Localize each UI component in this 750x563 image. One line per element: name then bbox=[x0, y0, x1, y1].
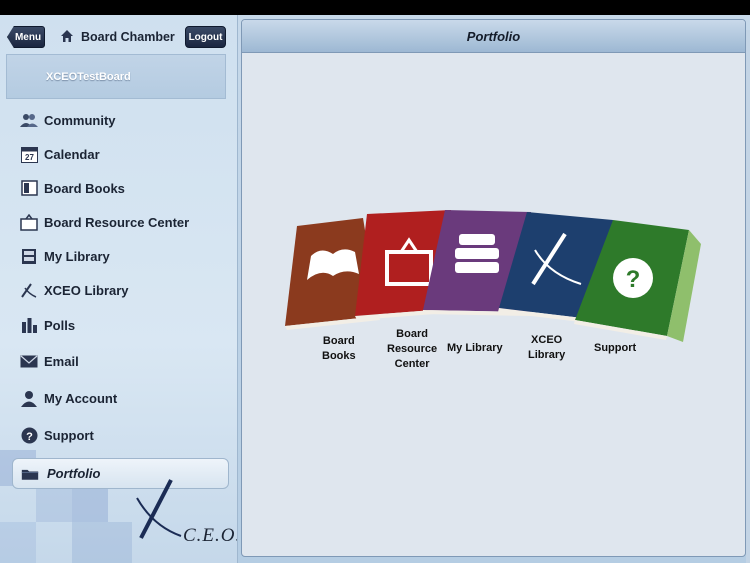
menu-button[interactable]: Menu bbox=[7, 26, 45, 48]
sidebar-item-label: Community bbox=[44, 112, 116, 128]
sidebar-item-label: Email bbox=[44, 353, 79, 369]
page-title: Board Chamber bbox=[81, 30, 175, 44]
sidebar-item-label: Calendar bbox=[44, 146, 100, 162]
book-icon bbox=[20, 179, 38, 197]
community-icon bbox=[20, 111, 38, 129]
help-icon: ? bbox=[20, 426, 38, 444]
svg-text:?: ? bbox=[626, 266, 641, 293]
main-title: Portfolio bbox=[242, 20, 745, 53]
sidebar-item-label: Board Resource Center bbox=[44, 214, 190, 230]
status-bar bbox=[0, 0, 750, 15]
board-books-label[interactable]: Board Books bbox=[322, 334, 356, 364]
sidebar-item-board-books[interactable]: Board Books bbox=[0, 173, 237, 203]
sidebar-item-board-resource-center[interactable]: Board Resource Center bbox=[0, 207, 237, 237]
svg-text:?: ? bbox=[26, 431, 33, 443]
calendar-day: 27 bbox=[25, 153, 34, 162]
sidebar-item-label: Board Books bbox=[44, 180, 125, 196]
sidebar-item-my-library[interactable]: My Library bbox=[0, 241, 237, 271]
board-name[interactable]: XCEOTestBoard bbox=[6, 54, 226, 99]
logout-button[interactable]: Logout bbox=[185, 26, 226, 48]
easel-icon bbox=[20, 213, 38, 231]
library-icon bbox=[20, 247, 38, 265]
envelope-icon bbox=[20, 352, 38, 370]
right-edge bbox=[746, 30, 750, 563]
sidebar: Menu Board Chamber Logout XCEOTestBoard … bbox=[0, 15, 238, 563]
sidebar-item-label: My Account bbox=[44, 390, 118, 406]
app-window: Menu Board Chamber Logout XCEOTestBoard … bbox=[0, 15, 750, 563]
sidebar-item-xceo-library[interactable]: XCEO Library bbox=[0, 275, 237, 305]
polls-icon bbox=[20, 316, 38, 334]
sidebar-item-label: Portfolio bbox=[47, 466, 101, 481]
sidebar-item-label: XCEO Library bbox=[44, 282, 129, 298]
sidebar-item-label: Polls bbox=[44, 317, 76, 333]
folder-icon bbox=[21, 465, 39, 483]
sidebar-item-community[interactable]: Community bbox=[0, 105, 237, 135]
person-icon bbox=[20, 389, 38, 407]
sidebar-item-support[interactable]: ? Support bbox=[0, 420, 237, 450]
xceo-library-label[interactable]: XCEO Library bbox=[528, 333, 565, 363]
logo-text: C.E.O. bbox=[183, 525, 238, 546]
sidebar-item-label: My Library bbox=[44, 248, 110, 264]
sidebar-item-my-account[interactable]: My Account bbox=[0, 383, 237, 413]
home-icon[interactable] bbox=[60, 29, 74, 43]
sidebar-item-label: Support bbox=[44, 427, 94, 443]
sidebar-item-email[interactable]: Email bbox=[0, 346, 237, 376]
board-resource-center-label[interactable]: Board Resource Center bbox=[387, 327, 437, 372]
calendar-icon: 27 bbox=[20, 145, 38, 163]
sidebar-item-calendar[interactable]: 27 Calendar bbox=[0, 139, 237, 169]
support-label[interactable]: Support bbox=[594, 341, 636, 356]
my-library-label[interactable]: My Library bbox=[447, 341, 503, 356]
sidebar-item-polls[interactable]: Polls bbox=[0, 310, 237, 340]
portfolio-books: ? bbox=[285, 210, 701, 342]
xceo-icon bbox=[20, 281, 38, 299]
